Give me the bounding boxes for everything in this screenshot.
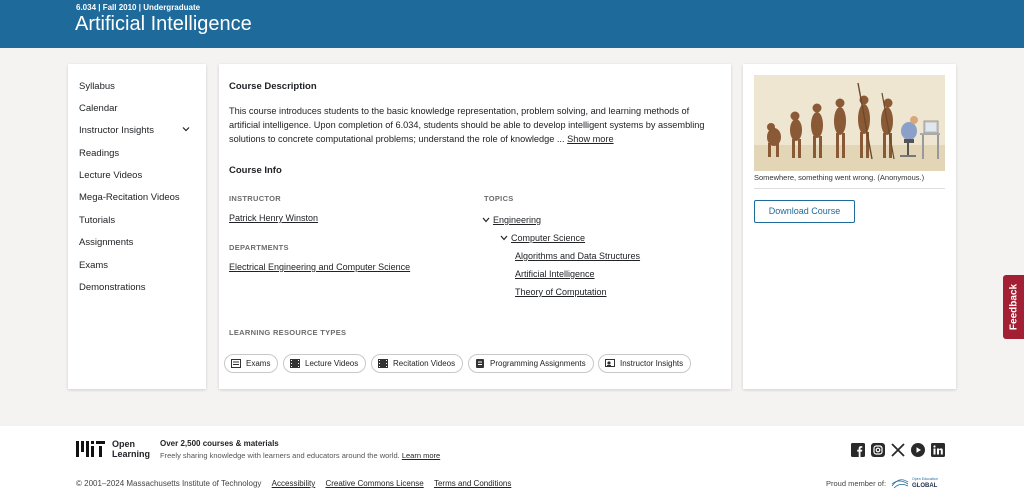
instagram-icon[interactable] bbox=[871, 443, 885, 457]
tagline-text: Freely sharing knowledge with learners a… bbox=[160, 451, 400, 460]
sidebar-item-calendar[interactable]: Calendar bbox=[79, 103, 118, 114]
topic-theory-of-computation[interactable]: Theory of Computation bbox=[515, 287, 607, 297]
open-education-global-logo[interactable]: Open Education GLOBAL bbox=[890, 474, 950, 490]
topic-artificial-intelligence[interactable]: Artificial Intelligence bbox=[515, 269, 595, 279]
show-more-link[interactable]: Show more bbox=[567, 134, 613, 144]
sidebar-item-syllabus[interactable]: Syllabus bbox=[79, 81, 115, 92]
course-image bbox=[754, 75, 945, 171]
course-main-panel: Course Description This course introduce… bbox=[219, 64, 731, 389]
pill-label: Exams bbox=[246, 359, 271, 368]
oeg-small-text: Open Education bbox=[912, 477, 938, 481]
resource-programming-assignments-pill[interactable]: Programming Assignments bbox=[468, 354, 594, 373]
logo-text-line-2: Learning bbox=[112, 449, 151, 459]
topic-engineering[interactable]: Engineering bbox=[493, 215, 541, 225]
sidebar-item-label: Instructor Insights bbox=[79, 125, 154, 136]
exam-icon bbox=[231, 359, 241, 368]
sidebar-item-assignments[interactable]: Assignments bbox=[79, 237, 133, 248]
pill-label: Programming Assignments bbox=[490, 359, 586, 368]
download-course-button[interactable]: Download Course bbox=[754, 200, 855, 223]
course-nav-sidebar: Syllabus Calendar Instructor Insights Re… bbox=[68, 64, 206, 389]
chevron-down-icon[interactable] bbox=[182, 125, 190, 133]
film-icon bbox=[378, 359, 388, 368]
instructor-link[interactable]: Patrick Henry Winston bbox=[229, 213, 318, 223]
course-image-panel: Somewhere, something went wrong. (Anonym… bbox=[743, 64, 956, 389]
open-learning-logo-text[interactable]: Open Learning bbox=[112, 439, 150, 459]
description-text: This course introduces students to the b… bbox=[229, 106, 705, 144]
divider bbox=[754, 188, 945, 189]
instructor-label: INSTRUCTOR bbox=[229, 194, 282, 203]
resource-lecture-videos-pill[interactable]: Lecture Videos bbox=[283, 354, 367, 373]
facebook-icon[interactable] bbox=[851, 443, 865, 457]
courses-count: Over 2,500 courses & materials bbox=[160, 439, 279, 448]
logo-text-line-1: Open bbox=[112, 439, 136, 449]
feedback-label: Feedback bbox=[1008, 283, 1019, 331]
film-icon bbox=[290, 359, 300, 368]
course-title: Artificial Intelligence bbox=[75, 13, 252, 35]
course-info-heading: Course Info bbox=[229, 165, 282, 176]
copyright-text: © 2001–2024 Massachusetts Institute of T… bbox=[76, 479, 262, 488]
mit-logo-icon[interactable] bbox=[76, 439, 106, 459]
social-links bbox=[851, 443, 945, 457]
linkedin-icon[interactable] bbox=[931, 443, 945, 457]
site-footer: Open Learning Over 2,500 courses & mater… bbox=[0, 426, 1024, 490]
chevron-down-icon[interactable] bbox=[500, 235, 508, 241]
course-meta: 6.034 | Fall 2010 | Undergraduate bbox=[76, 3, 201, 12]
chevron-down-icon[interactable] bbox=[482, 217, 490, 223]
course-description: This course introduces students to the b… bbox=[229, 104, 719, 146]
sidebar-item-readings[interactable]: Readings bbox=[79, 148, 119, 159]
resource-recitation-videos-pill[interactable]: Recitation Videos bbox=[371, 354, 464, 373]
image-caption: Somewhere, something went wrong. (Anonym… bbox=[754, 173, 925, 182]
terms-link[interactable]: Terms and Conditions bbox=[434, 479, 511, 488]
accessibility-link[interactable]: Accessibility bbox=[272, 479, 316, 488]
legal-bar: © 2001–2024 Massachusetts Institute of T… bbox=[76, 479, 511, 488]
resource-exams-pill[interactable]: Exams bbox=[224, 354, 279, 373]
learn-more-link[interactable]: Learn more bbox=[402, 451, 440, 460]
topics-label: TOPICS bbox=[484, 194, 514, 203]
assignment-icon bbox=[476, 359, 484, 368]
topic-algorithms[interactable]: Algorithms and Data Structures bbox=[515, 251, 640, 261]
resource-types-label: LEARNING RESOURCE TYPES bbox=[229, 328, 347, 337]
x-icon[interactable] bbox=[891, 443, 905, 457]
instructor-icon bbox=[605, 359, 615, 367]
description-heading: Course Description bbox=[229, 81, 317, 92]
pill-label: Lecture Videos bbox=[305, 359, 359, 368]
youtube-icon[interactable] bbox=[911, 443, 925, 457]
footer-tagline: Freely sharing knowledge with learners a… bbox=[160, 451, 440, 460]
department-link[interactable]: Electrical Engineering and Computer Scie… bbox=[229, 262, 410, 272]
pill-label: Instructor Insights bbox=[620, 359, 684, 368]
sidebar-item-demonstrations[interactable]: Demonstrations bbox=[79, 282, 146, 293]
creative-commons-link[interactable]: Creative Commons License bbox=[325, 479, 423, 488]
sidebar-item-instructor-insights[interactable]: Instructor Insights bbox=[79, 125, 198, 136]
proud-member-text: Proud member of: bbox=[826, 479, 887, 488]
feedback-tab[interactable]: Feedback bbox=[1003, 275, 1024, 339]
departments-label: DEPARTMENTS bbox=[229, 243, 289, 252]
resource-instructor-insights-pill[interactable]: Instructor Insights bbox=[598, 354, 692, 373]
sidebar-item-tutorials[interactable]: Tutorials bbox=[79, 215, 115, 226]
evolution-illustration bbox=[754, 75, 945, 171]
sidebar-item-exams[interactable]: Exams bbox=[79, 260, 108, 271]
sidebar-item-mega-recitation-videos[interactable]: Mega-Recitation Videos bbox=[79, 192, 180, 203]
pill-label: Recitation Videos bbox=[393, 359, 456, 368]
oeg-big-text: GLOBAL bbox=[912, 483, 938, 489]
course-header: 6.034 | Fall 2010 | Undergraduate Artifi… bbox=[0, 0, 1024, 48]
topic-computer-science[interactable]: Computer Science bbox=[511, 233, 585, 243]
sidebar-item-lecture-videos[interactable]: Lecture Videos bbox=[79, 170, 142, 181]
